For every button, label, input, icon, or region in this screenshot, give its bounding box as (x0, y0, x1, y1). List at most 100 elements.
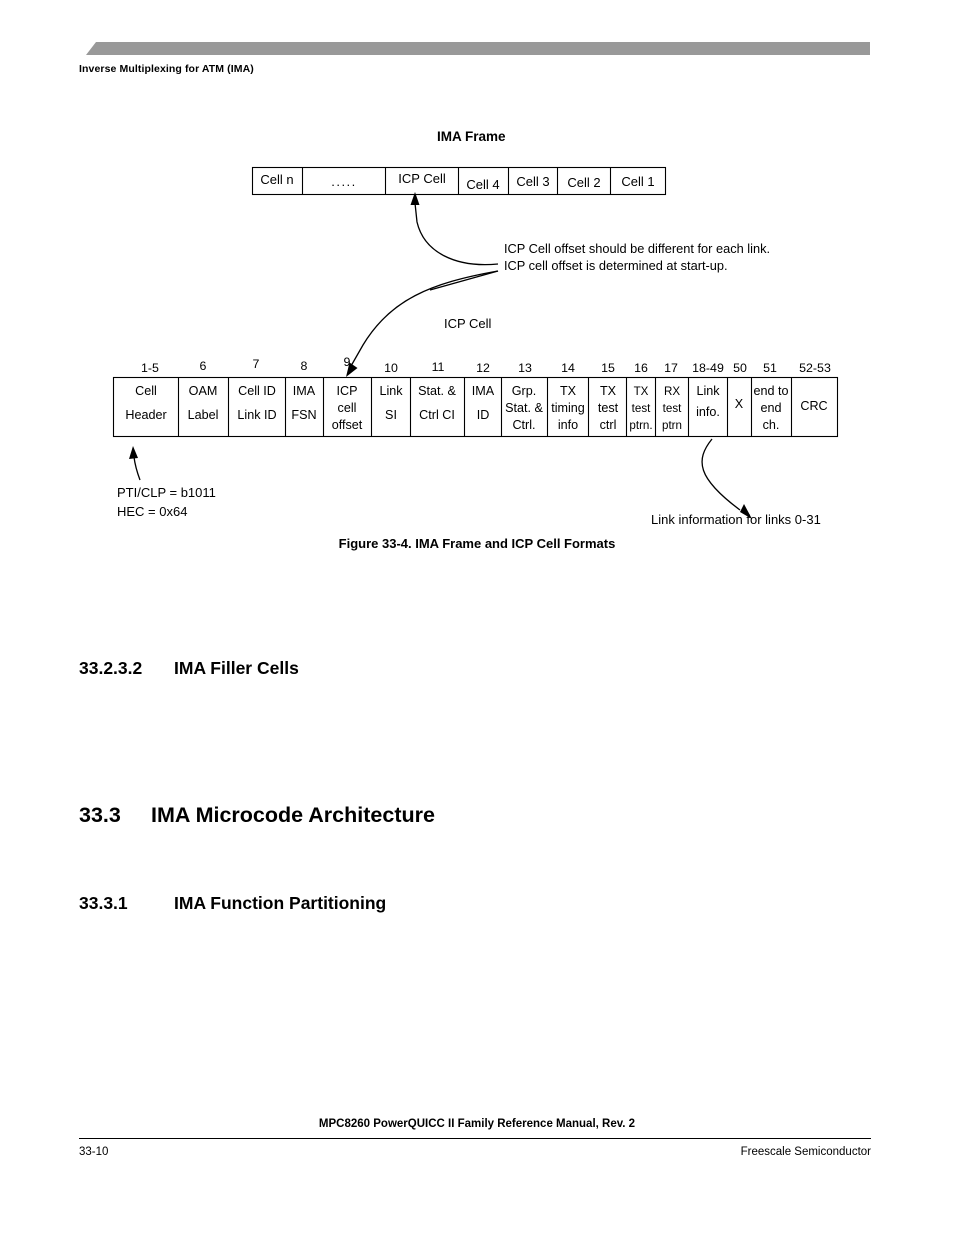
icp-field-line: TX (559, 384, 577, 398)
frame-cell-label-cell-4: Cell 4 (466, 177, 500, 192)
icp-field-line: Header (125, 408, 167, 422)
icp-field-line: Label (187, 408, 219, 422)
frame-cell-label-ellipsis: ..... (331, 174, 357, 189)
icp-field-tx-test-ctrl: TX test ctrl (598, 383, 618, 434)
arrow-head-1 (410, 192, 420, 205)
footer-company-name: Freescale Semiconductor (740, 1146, 871, 1158)
icp-field-line: OAM (188, 384, 218, 398)
icp-field-line: FSN (291, 408, 317, 422)
leader-line-icp-offset-note (429, 270, 499, 291)
icp-field-line: end to (753, 384, 789, 398)
icp-field-line: info (557, 418, 579, 432)
icp-field-crc: CRC (800, 398, 827, 415)
column-number-6: 6 (199, 359, 207, 373)
icp-field-rx-test-ptrn: RX test ptrn (662, 383, 682, 434)
heading-title: IMA Microcode Architecture (151, 803, 435, 827)
icp-field-line: CRC (800, 399, 828, 413)
column-number-10: 10 (384, 361, 398, 375)
icp-field-line: IMA (471, 384, 495, 398)
icp-field-line: ch. (762, 418, 780, 432)
column-number-51: 51 (763, 361, 777, 375)
icp-field-line: Stat. & (418, 384, 456, 398)
icp-field-ima-id: IMA ID (472, 383, 494, 424)
icp-field-oam-label: OAM Label (188, 383, 219, 424)
icp-field-line: cell (337, 401, 357, 415)
ima-frame-row (251, 166, 667, 196)
icp-field-line: info. (696, 405, 720, 419)
icp-field-cell-id-link-id: Cell ID Link ID (237, 383, 276, 424)
footer-page-number: 33-10 (79, 1146, 109, 1158)
icp-field-line: timing (551, 401, 585, 415)
heading-title: IMA Filler Cells (174, 658, 299, 678)
icp-field-line: Cell (135, 384, 157, 398)
annotation-pti-clp: PTI/CLP = b1011 (117, 485, 216, 500)
column-number-14: 14 (561, 361, 575, 375)
icp-field-icp-cell-offset: ICP cell offset (332, 383, 363, 434)
icp-field-line: TX (599, 384, 617, 398)
column-number-12: 12 (476, 361, 490, 375)
note-icp-cell-offset-different: ICP Cell offset should be different for … (504, 241, 771, 256)
heading-ima-function-partitioning: 33.3.1 IMA Function Partitioning (79, 893, 386, 914)
heading-title: IMA Function Partitioning (174, 893, 387, 913)
arrow-head-3 (129, 446, 138, 459)
icp-field-line: Link (379, 384, 403, 398)
icp-field-end-to-end-ch: end to end ch. (753, 383, 788, 434)
icp-field-line: end (760, 401, 782, 415)
icp-field-line: Cell ID (238, 384, 276, 398)
icp-field-line: ptrn (662, 419, 682, 432)
icp-field-line: test (662, 402, 682, 415)
icp-field-link-si: Link SI (379, 383, 402, 424)
icp-field-stat-ctrl-ci: Stat. & Ctrl CI (418, 383, 456, 424)
icp-field-tx-timing-info: TX timing info (551, 383, 585, 434)
note-icp-cell-offset-startup: ICP cell offset is determined at start-u… (504, 258, 728, 273)
column-number-17: 17 (664, 361, 678, 375)
icp-field-cell-header: Cell Header (125, 383, 166, 424)
icp-field-tx-test-ptrn: TX test ptrn. (629, 383, 652, 434)
icp-field-line: SI (385, 408, 397, 422)
icp-field-link-info: Link info. (696, 383, 720, 421)
icp-field-line: ctrl (599, 418, 617, 432)
icp-field-line: ICP (336, 384, 358, 398)
arrow-to-icp-cell-in-frame (414, 202, 499, 266)
arrow-to-link-information-note (701, 438, 741, 511)
annotation-hec: HEC = 0x64 (117, 504, 188, 519)
icp-field-x: X (735, 396, 743, 413)
column-number-13: 13 (518, 361, 532, 375)
figure-ima-frame-and-icp-cell-formats: IMA Frame Cell n ..... ICP Cell Cell 4 C… (0, 0, 954, 580)
heading-ima-microcode-architecture: 33.3 IMA Microcode Architecture (79, 803, 435, 828)
column-number-9: 9 (343, 355, 351, 369)
frame-cell-label-cell-3: Cell 3 (516, 174, 550, 189)
frame-cell-label-cell-1: Cell 1 (621, 174, 655, 189)
column-number-7: 7 (252, 357, 260, 371)
heading-ima-filler-cells: 33.2.3.2 IMA Filler Cells (79, 658, 299, 679)
column-number-8: 8 (300, 359, 308, 373)
frame-cell-label-icp-cell: ICP Cell (398, 171, 446, 186)
icp-field-line: Link ID (237, 408, 277, 422)
icp-field-line: Link (696, 384, 720, 398)
column-number-15: 15 (601, 361, 615, 375)
icp-field-line: Grp. (511, 384, 537, 398)
figure-caption: Figure 33-4. IMA Frame and ICP Cell Form… (338, 536, 616, 551)
ima-frame-title: IMA Frame (437, 129, 506, 144)
column-number-16: 16 (634, 361, 648, 375)
icp-field-line: Stat. & (505, 401, 543, 415)
frame-cell-label-cell-n: Cell n (260, 172, 294, 187)
icp-field-line: ptrn. (629, 419, 653, 432)
column-number-18-49: 18-49 (692, 361, 724, 375)
annotation-link-information: Link information for links 0-31 (651, 512, 821, 527)
column-number-1-5: 1-5 (141, 361, 159, 375)
icp-field-line: Ctrl CI (419, 408, 455, 422)
arrow-to-cell-header (133, 456, 141, 481)
footer-divider (79, 1138, 871, 1139)
icp-field-line: X (734, 397, 744, 411)
icp-field-line: test (597, 401, 619, 415)
icp-field-line: ID (476, 408, 490, 422)
footer-manual-title: MPC8260 PowerQUICC II Family Reference M… (318, 1118, 636, 1130)
icp-field-line: test (631, 402, 651, 415)
heading-number: 33.2.3.2 (79, 658, 143, 678)
column-number-52-53: 52-53 (799, 361, 831, 375)
heading-number: 33.3.1 (79, 893, 128, 913)
column-number-11: 11 (431, 360, 445, 374)
icp-field-grp-stat-ctrl: Grp. Stat. & Ctrl. (505, 383, 543, 434)
heading-number: 33.3 (79, 803, 121, 827)
